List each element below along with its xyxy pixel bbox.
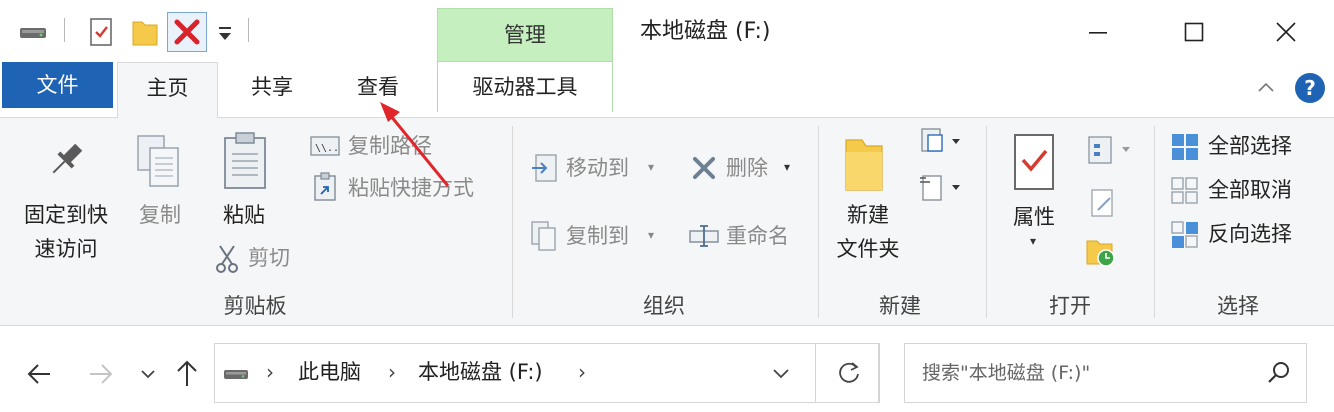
easy-access-icon[interactable] — [918, 172, 966, 204]
delete-dropdown-icon[interactable]: ▾ — [784, 160, 790, 174]
customize-toolbar-icon[interactable] — [214, 14, 236, 50]
new-folder-button[interactable]: 新建 文件夹 — [826, 198, 910, 266]
breadcrumb-local-disk[interactable]: 本地磁盘 (F:) — [418, 356, 543, 388]
up-icon[interactable] — [172, 356, 202, 390]
copy-to-dropdown-icon[interactable]: ▾ — [648, 228, 654, 242]
cut-icon — [214, 244, 240, 274]
minimize-button[interactable] — [1068, 10, 1128, 54]
paste-shortcut-icon — [312, 172, 338, 202]
new-item-icon[interactable] — [918, 126, 966, 156]
properties-large-icon — [1010, 130, 1060, 194]
breadcrumb-separator-icon[interactable]: › — [266, 356, 274, 388]
invert-selection-icon — [1170, 220, 1202, 250]
open-icon[interactable] — [1086, 134, 1136, 166]
toolbar-separator — [64, 18, 65, 42]
drive-small-icon — [222, 360, 252, 388]
group-label-new: 新建 — [879, 294, 921, 318]
copy-to-icon — [530, 220, 558, 252]
group-separator — [986, 126, 987, 318]
forward-icon[interactable] — [84, 358, 118, 390]
pin-icon — [44, 138, 88, 182]
properties-icon[interactable] — [86, 14, 116, 50]
pin-label-line2: 速访问 — [34, 237, 98, 261]
search-placeholder[interactable]: 搜索"本地磁盘 (F:)" — [922, 358, 1090, 388]
group-label-select: 选择 — [1217, 294, 1259, 318]
new-folder-icon[interactable] — [130, 14, 160, 50]
group-separator — [512, 126, 513, 318]
paste-icon — [220, 130, 270, 192]
help-icon[interactable]: ? — [1294, 72, 1326, 104]
svg-text:?: ? — [1304, 76, 1316, 100]
move-to-icon — [530, 152, 558, 184]
group-label-organize: 组织 — [643, 294, 685, 318]
pin-to-quick-access-button[interactable]: 固定到快 速访问 — [10, 198, 122, 266]
select-all-button[interactable]: 全部选择 — [1208, 130, 1292, 162]
tab-home[interactable]: 主页 — [117, 62, 218, 119]
context-tab-header: 管理 — [437, 8, 613, 62]
paste-button[interactable]: 粘贴 — [214, 198, 274, 232]
group-label-clipboard: 剪贴板 — [223, 294, 287, 318]
close-button[interactable] — [1256, 10, 1316, 54]
move-to-button[interactable]: 移动到 — [566, 152, 629, 184]
copy-to-button[interactable]: 复制到 — [566, 220, 629, 252]
collapse-ribbon-icon[interactable] — [1254, 76, 1278, 100]
new-folder-large-icon — [840, 132, 890, 194]
properties-button[interactable]: 属性 — [1004, 200, 1064, 234]
back-icon[interactable] — [22, 358, 56, 390]
context-tab-label: 管理 — [504, 23, 546, 47]
address-dropdown-icon[interactable] — [766, 360, 796, 386]
cut-button[interactable]: 剪切 — [248, 242, 290, 274]
select-none-icon — [1170, 176, 1202, 206]
invert-selection-button[interactable]: 反向选择 — [1208, 218, 1292, 250]
rename-icon — [688, 222, 720, 250]
group-separator — [1154, 126, 1155, 318]
svg-text:\\..: \\.. — [315, 143, 339, 154]
new-folder-label-line2: 文件夹 — [836, 237, 900, 261]
copy-icon — [134, 132, 186, 192]
new-folder-label-line1: 新建 — [847, 203, 889, 227]
breadcrumb-this-pc[interactable]: 此电脑 — [298, 356, 361, 388]
recent-locations-icon[interactable] — [138, 362, 158, 386]
breadcrumb-separator-icon[interactable]: › — [388, 356, 396, 388]
select-none-button[interactable]: 全部取消 — [1208, 174, 1292, 206]
group-label-open: 打开 — [1049, 294, 1091, 318]
edit-icon[interactable] — [1088, 188, 1118, 218]
tab-file[interactable]: 文件 — [2, 62, 113, 108]
drive-icon[interactable] — [18, 14, 48, 50]
select-all-icon — [1170, 132, 1202, 162]
tab-share[interactable]: 共享 — [232, 62, 312, 112]
rename-button[interactable]: 重命名 — [726, 220, 789, 252]
window-title: 本地磁盘 (F:) — [640, 19, 771, 44]
history-icon[interactable] — [1084, 236, 1120, 270]
search-icon[interactable] — [1264, 358, 1294, 388]
annotation-arrow — [370, 96, 460, 196]
copy-button[interactable]: 复制 — [130, 198, 190, 232]
properties-dropdown-icon[interactable]: ▾ — [1030, 234, 1036, 248]
delete-x-icon — [690, 154, 718, 182]
toolbar-separator — [248, 18, 249, 42]
group-separator — [818, 126, 819, 318]
pin-label-line1: 固定到快 — [24, 203, 108, 227]
delete-icon[interactable] — [167, 12, 207, 52]
breadcrumb-separator-icon[interactable]: › — [578, 356, 586, 388]
maximize-button[interactable] — [1164, 10, 1224, 54]
copy-path-icon: \\.. — [310, 134, 340, 158]
address-divider — [879, 343, 880, 403]
refresh-icon[interactable] — [834, 358, 864, 388]
delete-button[interactable]: 删除 — [726, 152, 768, 184]
move-to-dropdown-icon[interactable]: ▾ — [648, 160, 654, 174]
tab-drive-tools[interactable]: 驱动器工具 — [437, 62, 613, 112]
